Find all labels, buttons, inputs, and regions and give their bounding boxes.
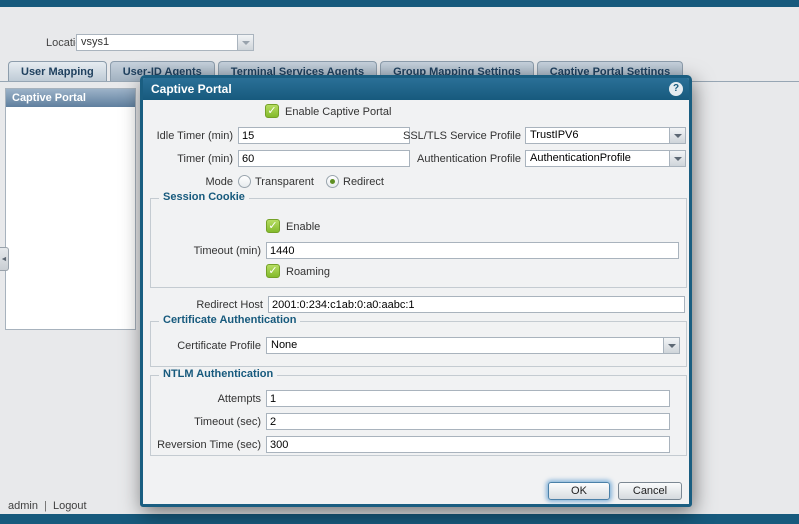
roaming-label: Roaming xyxy=(286,266,330,278)
help-icon[interactable]: ? xyxy=(669,82,683,96)
captive-portal-dialog: Captive Portal ? ✓ Enable Captive Portal… xyxy=(140,75,692,507)
bottom-bar xyxy=(0,514,799,524)
reversion-time-label: Reversion Time (sec) xyxy=(156,439,261,451)
authentication-profile-label: Authentication Profile xyxy=(383,153,521,165)
logout-link[interactable]: Logout xyxy=(53,500,87,512)
mode-redirect-label: Redirect xyxy=(343,176,384,188)
session-cookie-enable-checkbox[interactable]: ✓ xyxy=(266,219,280,233)
chevron-down-icon[interactable] xyxy=(237,35,253,50)
session-cookie-group: Session Cookie ✓ Enable Timeout (min) ✓ … xyxy=(150,198,687,288)
check-icon: ✓ xyxy=(268,220,277,232)
captive-portal-side-panel: Captive Portal xyxy=(5,88,136,330)
authentication-profile-select[interactable]: AuthenticationProfile xyxy=(525,150,686,167)
location-value: vsys1 xyxy=(81,36,109,48)
session-cookie-enable-label: Enable xyxy=(286,221,320,233)
certificate-profile-label: Certificate Profile xyxy=(156,340,261,352)
redirect-host-label: Redirect Host xyxy=(143,299,263,311)
side-panel-title: Captive Portal xyxy=(6,89,135,107)
collapse-left-icon: ◄ xyxy=(1,256,8,263)
redirect-host-input[interactable] xyxy=(268,296,685,313)
ssl-tls-service-profile-value: TrustIPV6 xyxy=(530,129,667,141)
chevron-down-icon[interactable] xyxy=(669,128,685,143)
ssl-tls-service-profile-select[interactable]: TrustIPV6 xyxy=(525,127,686,144)
radio-dot xyxy=(330,179,335,184)
check-icon: ✓ xyxy=(268,265,277,277)
session-timeout-label: Timeout (min) xyxy=(156,245,261,257)
top-bar xyxy=(0,0,799,7)
chevron-down-icon[interactable] xyxy=(663,338,679,353)
mode-transparent-radio[interactable] xyxy=(238,175,251,188)
dialog-title: Captive Portal xyxy=(151,82,232,96)
tab-user-mapping[interactable]: User Mapping xyxy=(8,61,107,81)
timer-label: Timer (min) xyxy=(143,153,233,165)
reversion-time-input[interactable] xyxy=(266,436,670,453)
panel-collapse-handle[interactable]: ◄ xyxy=(0,247,9,271)
ntlm-authentication-group: NTLM Authentication Attempts Timeout (se… xyxy=(150,375,687,456)
enable-captive-portal-label: Enable Captive Portal xyxy=(285,106,391,118)
certificate-profile-value: None xyxy=(271,339,661,351)
check-icon: ✓ xyxy=(267,105,276,117)
chevron-down-icon[interactable] xyxy=(669,151,685,166)
attempts-input[interactable] xyxy=(266,390,670,407)
session-timeout-input[interactable] xyxy=(266,242,679,259)
mode-label: Mode xyxy=(143,176,233,188)
cancel-button[interactable]: Cancel xyxy=(618,482,682,500)
footer-separator: | xyxy=(44,500,47,512)
idle-timer-label: Idle Timer (min) xyxy=(143,130,233,142)
roaming-checkbox[interactable]: ✓ xyxy=(266,264,280,278)
location-select[interactable]: vsys1 xyxy=(76,34,254,51)
certificate-authentication-legend: Certificate Authentication xyxy=(159,314,300,326)
certificate-authentication-group: Certificate Authentication Certificate P… xyxy=(150,321,687,367)
ntlm-authentication-legend: NTLM Authentication xyxy=(159,368,277,380)
ntlm-timeout-label: Timeout (sec) xyxy=(156,416,261,428)
footer-username: admin xyxy=(8,500,38,512)
ssl-tls-service-profile-label: SSL/TLS Service Profile xyxy=(383,130,521,142)
footer: admin | Logout xyxy=(8,500,87,512)
ok-button[interactable]: OK xyxy=(548,482,610,500)
authentication-profile-value: AuthenticationProfile xyxy=(530,152,667,164)
certificate-profile-select[interactable]: None xyxy=(266,337,680,354)
mode-transparent-label: Transparent xyxy=(255,176,314,188)
enable-captive-portal-checkbox[interactable]: ✓ xyxy=(265,104,279,118)
attempts-label: Attempts xyxy=(156,393,261,405)
session-cookie-legend: Session Cookie xyxy=(159,191,249,203)
ntlm-timeout-input[interactable] xyxy=(266,413,670,430)
dialog-titlebar: Captive Portal ? xyxy=(143,78,689,100)
mode-redirect-radio[interactable] xyxy=(326,175,339,188)
app-screen: Location vsys1 User Mapping User-ID Agen… xyxy=(0,0,799,524)
